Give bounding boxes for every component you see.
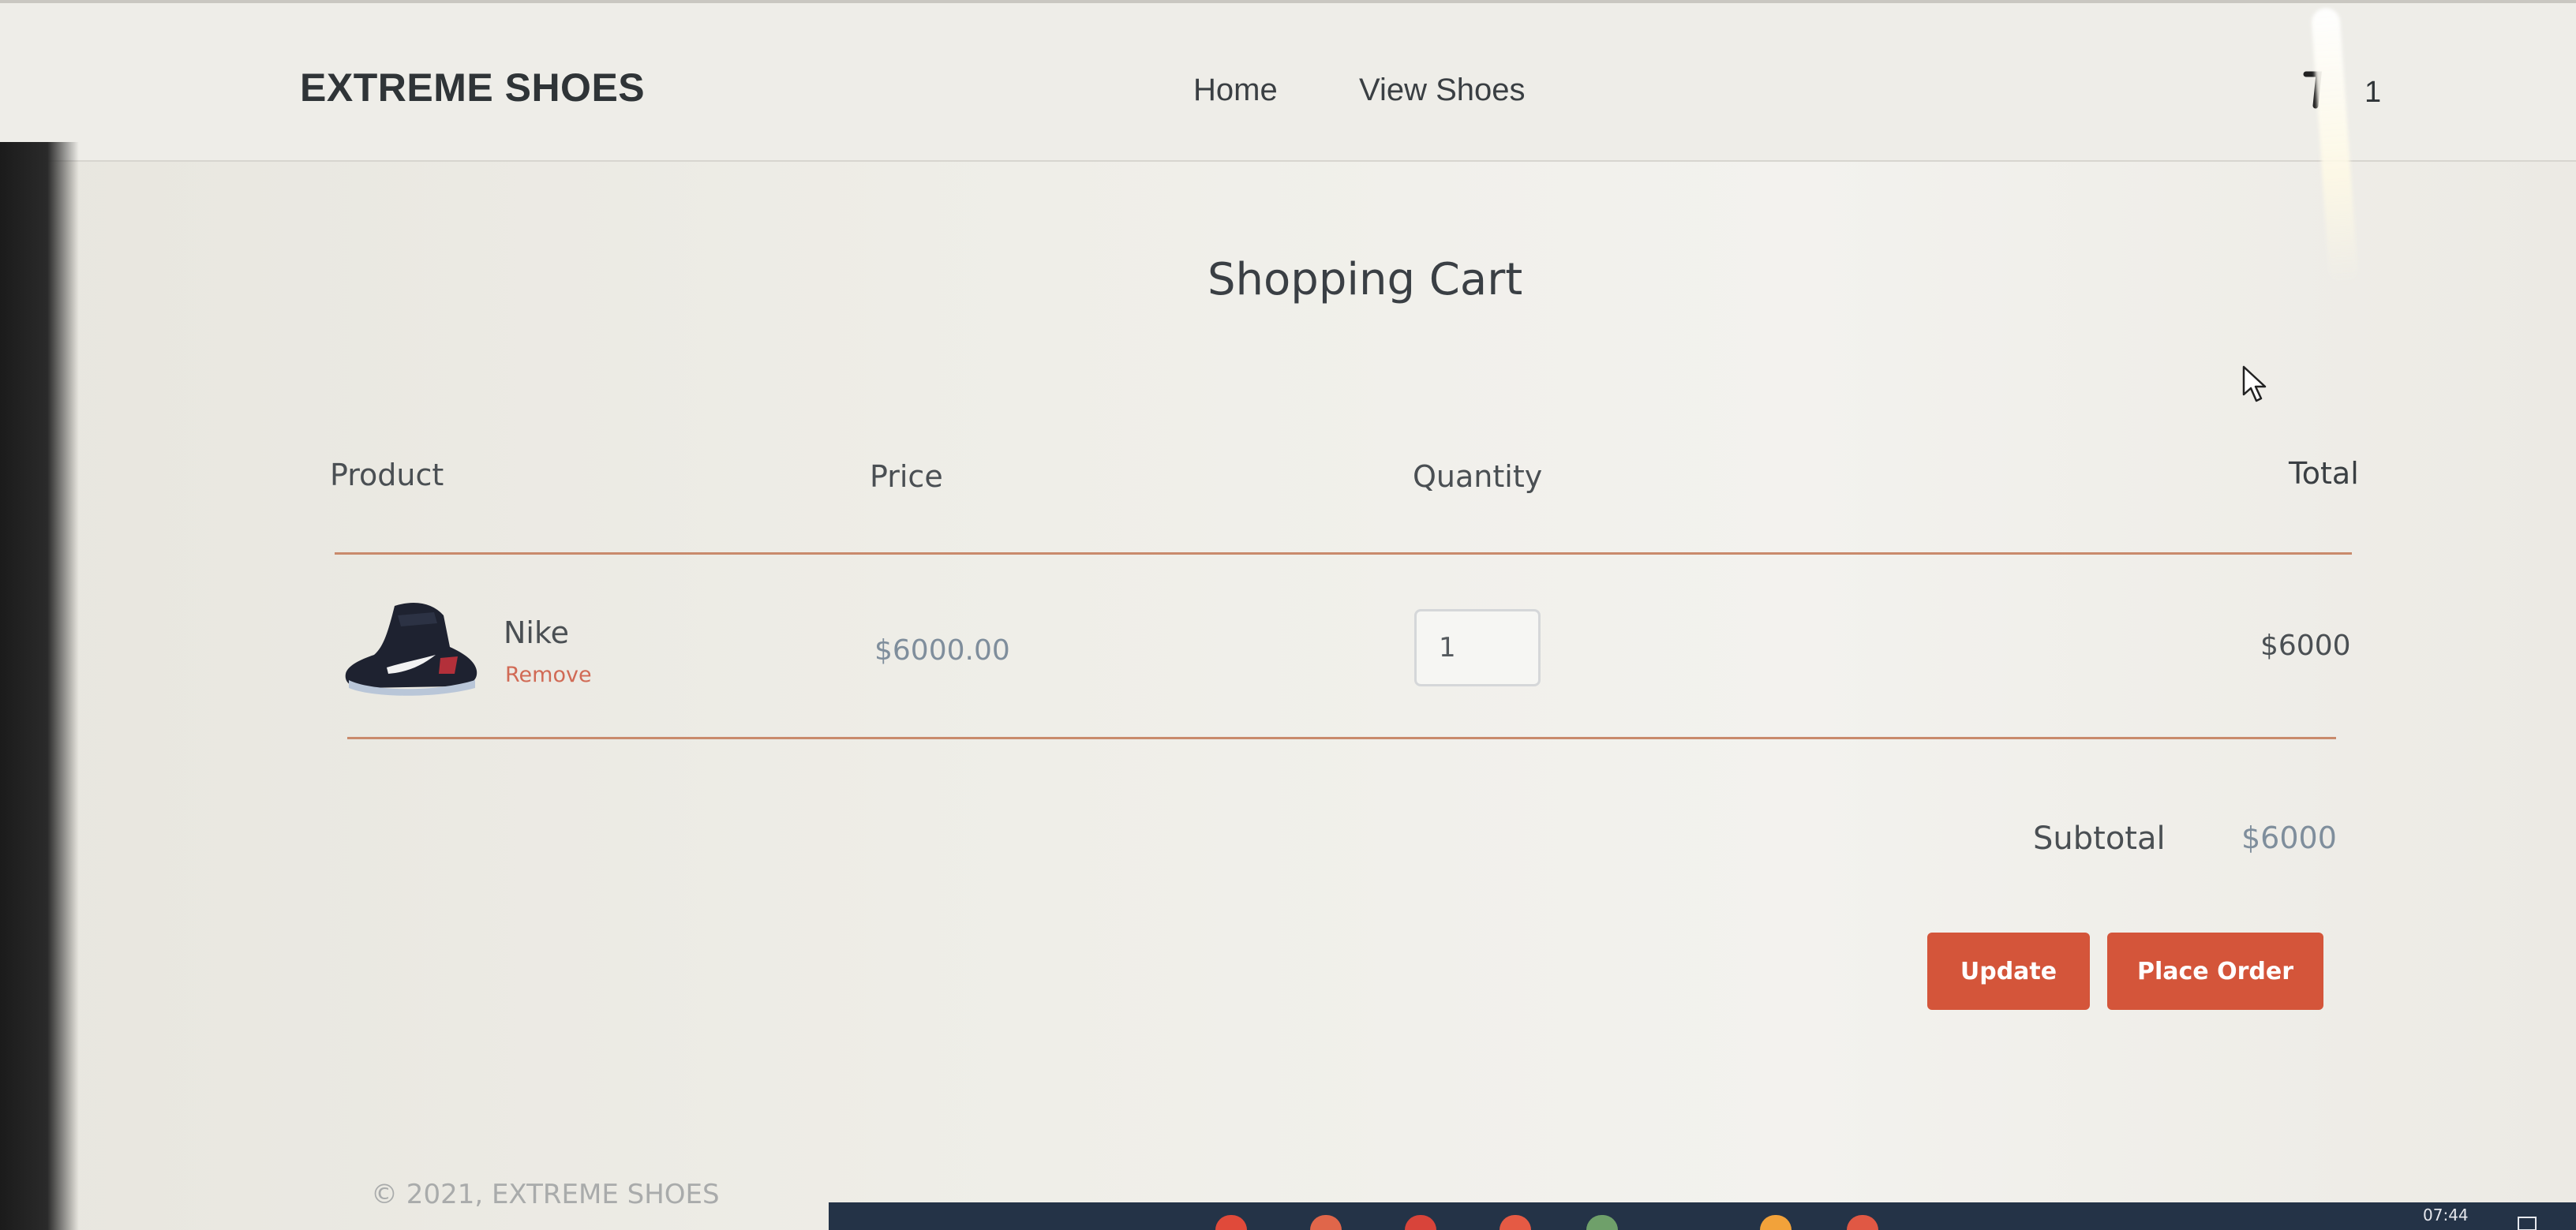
taskbar-clock[interactable]: 07:44 [2423, 1206, 2469, 1224]
column-header-total: Total [2289, 456, 2359, 491]
subtotal-label: Subtotal [2033, 821, 2166, 857]
column-header-price: Price [870, 459, 943, 494]
monitor-bezel [0, 142, 79, 1230]
nav-link-home[interactable]: Home [1193, 73, 1278, 108]
brand-logo[interactable]: EXTREME SHOES [300, 65, 645, 110]
column-header-product: Product [330, 458, 444, 492]
top-navbar: EXTREME SHOES Home View Shoes 1 [0, 0, 2576, 162]
footer-copyright: © 2021, EXTREME SHOES [371, 1179, 720, 1210]
row-divider [347, 737, 2336, 739]
header-divider [335, 552, 2352, 555]
product-name: Nike [504, 615, 570, 650]
subtotal-value: $6000 [2241, 821, 2337, 855]
sneaker-image [345, 603, 477, 696]
mouse-pointer-icon [2242, 365, 2267, 402]
update-button[interactable]: Update [1927, 933, 2090, 1010]
page-title: Shopping Cart [1208, 254, 1523, 305]
remove-item-link[interactable]: Remove [505, 663, 592, 687]
item-total: $6000 [2260, 630, 2351, 662]
cart-count-badge[interactable]: 1 [2364, 76, 2381, 110]
place-order-button[interactable]: Place Order [2107, 933, 2323, 1010]
browser-viewport: EXTREME SHOES Home View Shoes 1 Shopping… [0, 0, 2576, 1230]
notification-icon[interactable] [2516, 1215, 2538, 1230]
item-price: $6000.00 [874, 634, 1010, 667]
column-header-quantity: Quantity [1413, 459, 1543, 494]
os-taskbar [829, 1202, 2576, 1230]
quantity-input[interactable] [1414, 609, 1541, 686]
nav-link-view-shoes[interactable]: View Shoes [1359, 73, 1526, 108]
